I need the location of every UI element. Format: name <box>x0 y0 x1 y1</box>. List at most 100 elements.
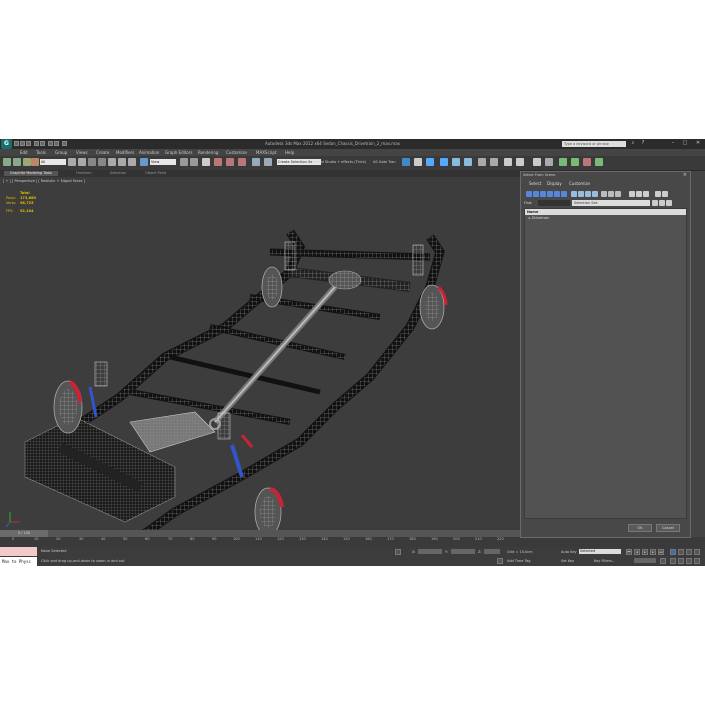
render-production-icon[interactable] <box>464 158 472 166</box>
render-last-icon[interactable] <box>595 158 603 166</box>
display-none-icon[interactable] <box>608 191 614 197</box>
field-of-view-icon[interactable] <box>670 558 676 564</box>
hierarchy-view-icon[interactable] <box>666 200 672 206</box>
pan-view-icon[interactable] <box>678 558 684 564</box>
display-geometry-icon[interactable] <box>526 191 532 197</box>
selection-filter-dropdown[interactable]: All <box>40 159 66 165</box>
spinner-snap-icon[interactable] <box>238 158 246 166</box>
close-icon[interactable]: ✕ <box>693 140 703 147</box>
time-config-icon[interactable] <box>660 558 666 564</box>
percent-snap-icon[interactable] <box>226 158 234 166</box>
display-cameras-icon[interactable] <box>547 191 553 197</box>
orbit-icon[interactable] <box>686 558 692 564</box>
select-object-icon[interactable] <box>68 158 76 166</box>
menu-rendering[interactable]: Rendering <box>198 150 218 155</box>
previous-frame-icon[interactable]: ◂ <box>634 549 640 555</box>
scene-object-list[interactable]: Name ◈ Drivetrain <box>524 208 687 519</box>
help-icon[interactable]: ? <box>638 140 648 147</box>
tab-selection[interactable]: Selection <box>110 171 126 175</box>
schematic-view-icon[interactable] <box>414 158 422 166</box>
environment-icon[interactable] <box>516 158 524 166</box>
curve-editor-icon[interactable] <box>402 158 410 166</box>
maximize-icon[interactable]: □ <box>680 140 690 147</box>
rotate-icon[interactable] <box>118 158 126 166</box>
auto-key-button[interactable]: Auto Key <box>561 550 577 554</box>
open-file-icon[interactable] <box>20 141 25 146</box>
zoom-icon[interactable] <box>670 549 676 555</box>
dope-sheet-icon[interactable] <box>571 158 579 166</box>
column-header-name[interactable]: Name <box>525 209 686 215</box>
go-to-end-icon[interactable]: ⏭ <box>658 549 664 555</box>
x-coordinate-field[interactable] <box>418 549 442 554</box>
menu-maxscript[interactable]: MAXScript <box>256 150 277 155</box>
menu-modifiers[interactable]: Modifiers <box>116 150 134 155</box>
auto-key-mode-dropdown[interactable]: Selected <box>579 549 621 554</box>
display-invert-icon[interactable] <box>615 191 621 197</box>
reference-coord-dropdown[interactable]: View <box>150 159 176 165</box>
display-containers-icon[interactable] <box>592 191 598 197</box>
display-helpers-icon[interactable] <box>554 191 560 197</box>
render-setup-icon[interactable] <box>440 158 448 166</box>
save-file-icon[interactable] <box>26 141 31 146</box>
rendered-frame-window-icon[interactable] <box>452 158 460 166</box>
new-file-icon[interactable] <box>14 141 19 146</box>
dialog-menu-select[interactable]: Select <box>529 181 541 186</box>
menu-views[interactable]: Views <box>76 150 88 155</box>
go-to-start-icon[interactable]: ⏮ <box>626 549 632 555</box>
menu-edit[interactable]: Edit <box>20 150 28 155</box>
app-logo-icon[interactable]: G <box>1 139 12 149</box>
tab-object-paint[interactable]: Object Paint <box>145 171 166 175</box>
dialog-close-icon[interactable]: × <box>683 172 687 178</box>
select-and-manipulate-icon[interactable] <box>140 158 148 166</box>
time-slider-thumb[interactable]: 0 / 100 <box>0 530 48 537</box>
tab-freeform[interactable]: Freeform <box>76 171 92 175</box>
z-coordinate-field[interactable] <box>484 549 500 554</box>
edit-named-selection-icon[interactable] <box>252 158 260 166</box>
menu-create[interactable]: Create <box>96 150 109 155</box>
pivot-center-icon[interactable] <box>180 158 188 166</box>
minimize-icon[interactable]: – <box>668 140 678 147</box>
project-folder-icon[interactable] <box>62 141 67 146</box>
display-all-icon[interactable] <box>601 191 607 197</box>
menu-group[interactable]: Group <box>55 150 67 155</box>
display-shapes-icon[interactable] <box>533 191 539 197</box>
activeshade-icon[interactable] <box>490 158 498 166</box>
set-key-button[interactable]: Set Key <box>561 559 574 563</box>
dialog-menu-customize[interactable]: Customize <box>569 181 590 186</box>
select-by-name-icon[interactable] <box>78 158 86 166</box>
children-icon[interactable] <box>662 191 668 197</box>
quick-render-icon[interactable] <box>583 158 591 166</box>
find-input[interactable] <box>538 200 570 206</box>
display-bones-icon[interactable] <box>585 191 591 197</box>
maximize-viewport-icon[interactable] <box>694 558 700 564</box>
select-invert-icon[interactable] <box>643 191 649 197</box>
list-view-icon[interactable] <box>659 200 665 206</box>
dialog-menu-display[interactable]: Display <box>547 181 562 186</box>
track-view-icon[interactable] <box>559 158 567 166</box>
menu-help[interactable]: Help <box>285 150 294 155</box>
rect-selection-icon[interactable] <box>88 158 96 166</box>
time-slider-track[interactable] <box>0 530 520 537</box>
select-none-icon[interactable] <box>636 191 642 197</box>
zoom-all-icon[interactable] <box>678 549 684 555</box>
add-time-tag[interactable]: Add Time Tag <box>507 559 531 563</box>
next-frame-icon[interactable]: ▸ <box>650 549 656 555</box>
search-input[interactable]: Type a keyword or phrase <box>562 141 626 147</box>
selection-set-dropdown[interactable]: Selection Set: <box>572 200 650 206</box>
display-xrefs-icon[interactable] <box>578 191 584 197</box>
mirror-icon[interactable] <box>264 158 272 166</box>
fetch-icon[interactable] <box>54 141 59 146</box>
material-editor-icon[interactable] <box>426 158 434 166</box>
graphite-toggle-icon[interactable] <box>545 158 553 166</box>
tab-graphite-modeling-tools[interactable]: Graphite Modeling Tools <box>4 171 59 176</box>
menu-animation[interactable]: Animation <box>139 150 159 155</box>
menu-tools[interactable]: Tools <box>36 150 46 155</box>
menu-graph-editors[interactable]: Graph Editors <box>165 150 192 155</box>
render-to-texture-icon[interactable] <box>504 158 512 166</box>
maxscript-listener-input[interactable]: Max to Physc <box>0 557 37 566</box>
ok-button[interactable]: OK <box>628 524 652 532</box>
select-link-icon[interactable] <box>23 158 31 166</box>
snaps-toggle-icon[interactable] <box>202 158 210 166</box>
list-item[interactable]: ◈ Drivetrain <box>528 216 549 220</box>
zoom-extents-icon[interactable] <box>686 549 692 555</box>
